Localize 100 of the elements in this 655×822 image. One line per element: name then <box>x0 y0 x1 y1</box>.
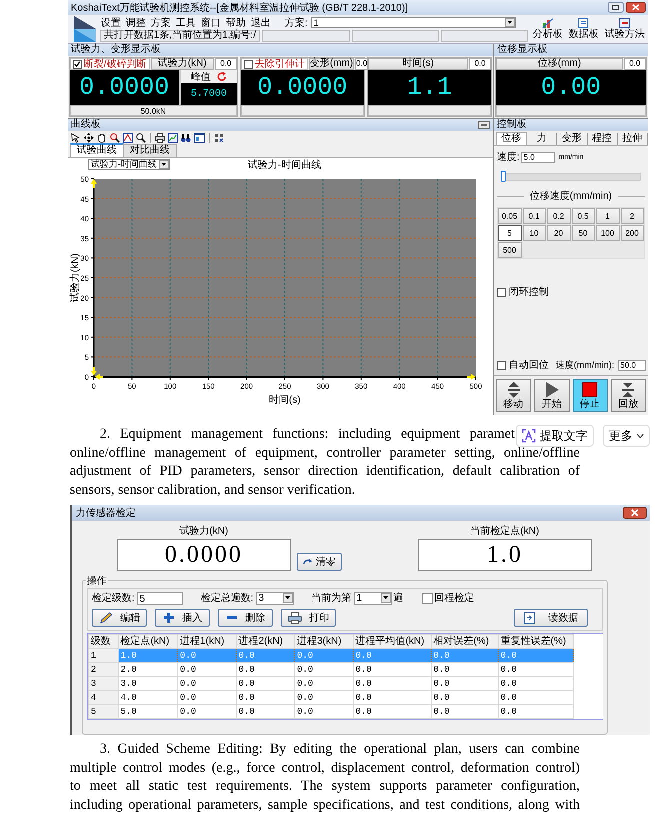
column-header: 检定点(kN) <box>118 634 178 648</box>
action-button[interactable]: 打印 <box>281 609 336 627</box>
tab[interactable]: 对比曲线 <box>123 144 177 157</box>
value-display: 1.1 <box>406 72 454 104</box>
speed-slider[interactable] <box>501 173 641 181</box>
search-icon[interactable] <box>136 132 146 142</box>
zoom-icon[interactable] <box>110 132 120 142</box>
checkbox[interactable] <box>422 592 433 604</box>
close-button[interactable] <box>623 507 647 519</box>
marker-icon[interactable] <box>91 367 97 376</box>
graph-icon[interactable] <box>168 132 178 142</box>
speed-field[interactable]: 5.0 <box>520 152 555 162</box>
menu-item[interactable]: 调整 <box>125 16 147 30</box>
window-icon[interactable] <box>194 132 205 142</box>
speed-button[interactable]: 1 <box>596 208 620 224</box>
action-button[interactable]: 插入 <box>155 609 210 627</box>
speed-button[interactable]: 10 <box>522 225 546 241</box>
menu-item[interactable]: 帮助 <box>225 16 247 30</box>
passes-dropdown[interactable]: 3 <box>256 592 294 604</box>
table-cell: 0.0 <box>353 690 432 704</box>
binoculars-icon[interactable] <box>181 132 191 142</box>
force-reading: 0.0000 <box>117 539 291 571</box>
checkbox[interactable] <box>73 60 82 68</box>
zero-button[interactable]: 清零 <box>297 553 342 571</box>
table-row[interactable]: 1 1.0 0.0 0.0 0.0 0.0 0.0 0.0 <box>88 648 602 662</box>
table-cell: 0.0 <box>431 648 498 662</box>
column-header: 位移(mm) <box>496 58 623 70</box>
tab[interactable]: 程控 <box>588 133 618 145</box>
levels-field[interactable]: 5 <box>136 592 183 604</box>
speed-button[interactable]: 100 <box>596 225 620 241</box>
close-button[interactable] <box>626 2 646 13</box>
action-button[interactable]: 回放 <box>610 379 646 412</box>
graph-icon[interactable] <box>123 132 133 142</box>
tab[interactable]: 拉伸 <box>618 133 648 145</box>
tab[interactable]: 变形 <box>557 133 588 145</box>
table-row[interactable]: 5 5.0 0.0 0.0 0.0 0.0 0.0 0.0 <box>88 704 602 718</box>
speed-button[interactable]: 0.2 <box>547 208 570 224</box>
hand-icon[interactable] <box>97 132 107 142</box>
speed-button[interactable]: 20 <box>547 225 570 241</box>
toolbar-button[interactable]: 试验方法 <box>604 18 646 40</box>
action-button[interactable]: 删除 <box>218 609 273 627</box>
dialog-title: 力传感器检定 <box>76 506 136 520</box>
pass-dropdown[interactable]: 1 <box>354 592 392 604</box>
speed-button[interactable]: 0.1 <box>522 208 546 224</box>
table-cell: 0.0 <box>431 704 498 718</box>
speed-button[interactable]: 5 <box>498 225 522 241</box>
table-cell: 1 <box>88 648 118 662</box>
zero-reading: 0.0 <box>215 58 238 70</box>
speed-button[interactable]: 50 <box>572 225 595 241</box>
speed-button[interactable]: 200 <box>620 225 644 241</box>
menu-item[interactable]: 退出 <box>250 16 272 30</box>
table-cell: 5.0 <box>118 704 178 718</box>
menu-item[interactable]: 方案 <box>150 16 172 30</box>
table-row[interactable]: 3 3.0 0.0 0.0 0.0 0.0 0.0 0.0 <box>88 676 602 690</box>
table-cell: 0.0 <box>431 662 498 676</box>
action-button[interactable]: 读数据 <box>514 609 588 627</box>
speed-button[interactable]: 2 <box>620 208 644 224</box>
grid-icon[interactable] <box>214 132 224 142</box>
speed-button[interactable]: 0.05 <box>498 208 522 224</box>
scheme-dropdown[interactable]: 1 <box>310 17 516 28</box>
tab[interactable]: 力 <box>527 133 558 145</box>
panel-title: 位移显示板 <box>494 44 648 56</box>
checkbox[interactable] <box>497 360 506 370</box>
action-button[interactable]: 移动 <box>496 379 532 412</box>
table-cell: 0.0 <box>431 676 498 690</box>
marker-icon[interactable] <box>467 374 476 380</box>
tab[interactable]: 试验曲线 <box>70 143 124 157</box>
menu-item[interactable]: 工具 <box>175 16 197 30</box>
printer-icon[interactable] <box>155 132 165 142</box>
move-icon[interactable] <box>84 132 94 142</box>
action-button[interactable]: 停止 <box>572 379 608 412</box>
speed-label: 速度: <box>497 150 520 164</box>
table-cell: 0.0 <box>353 648 432 662</box>
speed-button[interactable]: 0.5 <box>572 208 595 224</box>
refresh-icon[interactable] <box>217 72 228 82</box>
table-row[interactable]: 2 2.0 0.0 0.0 0.0 0.0 0.0 0.0 <box>88 662 602 676</box>
slider-thumb[interactable] <box>501 171 506 182</box>
restore-icon[interactable] <box>478 121 490 129</box>
reading-label: 当前检定点(kN) <box>470 524 540 538</box>
checkbox[interactable] <box>497 288 506 296</box>
table-row[interactable]: 4 4.0 0.0 0.0 0.0 0.0 0.0 0.0 <box>88 690 602 704</box>
toolbar-button[interactable]: 数据板 <box>568 18 600 40</box>
window-title: KoshaiText万能试验机测控系统--[金属材料室温拉伸试验 (GB/T 228.1-2010)] <box>71 2 408 14</box>
marker-icon[interactable] <box>91 179 97 188</box>
marker-icon[interactable] <box>95 374 103 380</box>
speed-field[interactable]: 50.0 <box>618 360 646 370</box>
speed-button[interactable]: 500 <box>498 242 522 258</box>
toolbar-button[interactable]: 分析板 <box>532 18 564 40</box>
pointer-icon[interactable] <box>71 132 81 142</box>
menu-item[interactable]: 设置 <box>100 16 122 30</box>
action-button[interactable]: 编辑 <box>92 609 147 627</box>
action-button[interactable]: 开始 <box>534 379 570 412</box>
extract-text-button[interactable]: 提取文字 <box>516 425 594 447</box>
more-button[interactable]: 更多 <box>603 425 650 447</box>
column-header: 进程平均值(kN) <box>353 634 432 648</box>
menu-item[interactable]: 窗口 <box>200 16 222 30</box>
curve-dropdown[interactable]: 试验力-时间曲线 <box>88 159 170 170</box>
checkbox[interactable] <box>244 60 254 68</box>
tab[interactable]: 位移 <box>496 132 528 145</box>
restore-button[interactable] <box>608 2 624 13</box>
